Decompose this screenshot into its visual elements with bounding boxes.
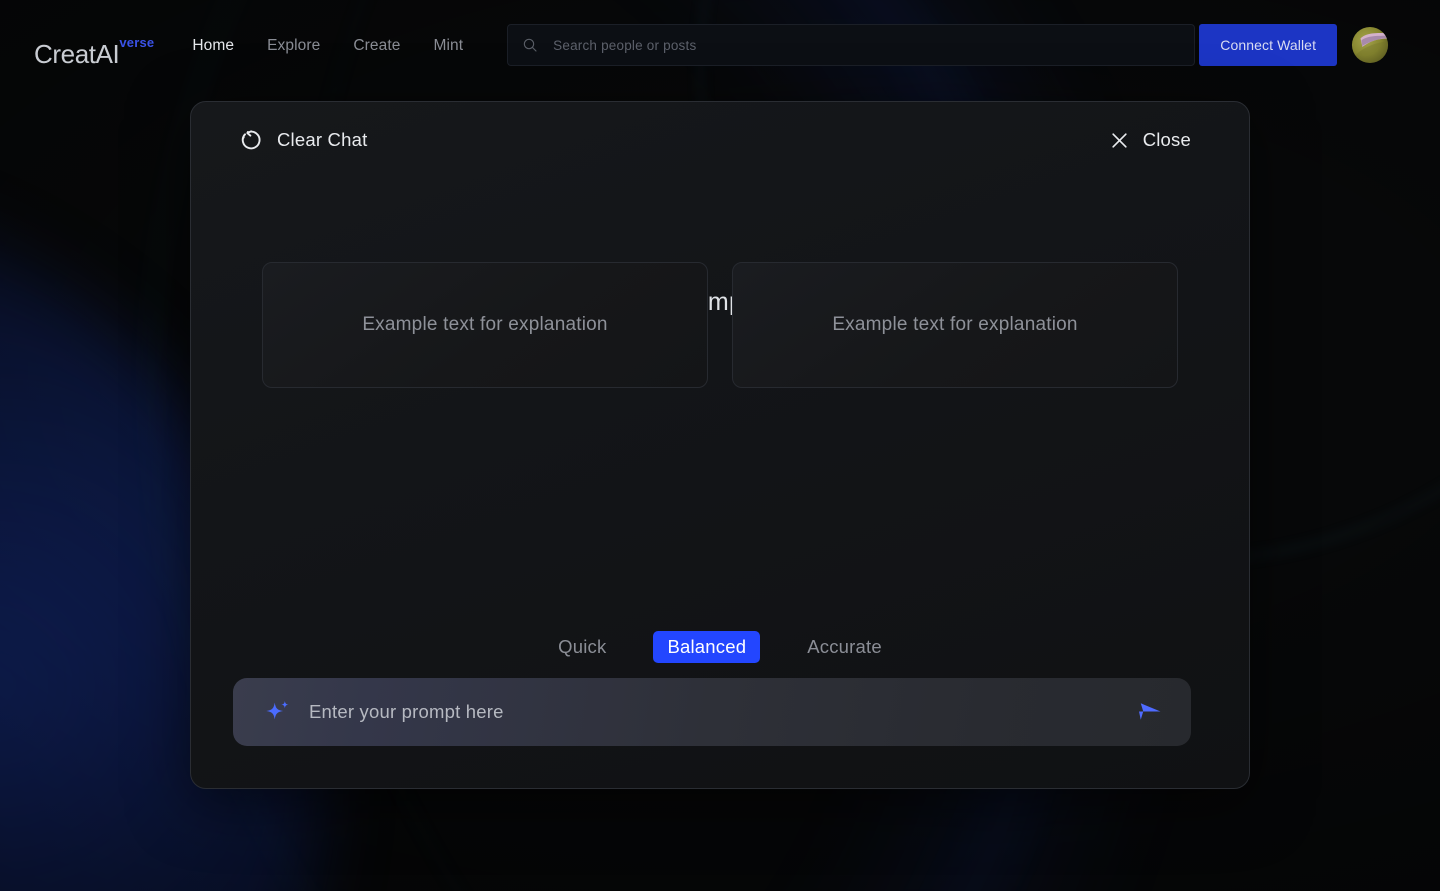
avatar[interactable] [1351, 26, 1389, 64]
chat-modal: Clear Chat Close Examples Example text f… [190, 101, 1250, 789]
nav-item-home[interactable]: Home [192, 37, 234, 55]
prompt-input[interactable] [309, 701, 1129, 723]
modal-top-bar: Clear Chat Close [191, 102, 1249, 178]
close-button[interactable]: Close [1110, 129, 1191, 151]
send-button[interactable] [1129, 691, 1171, 733]
brand-logo-sub: verse [119, 35, 155, 50]
main-nav: Home Explore Create Mint [192, 37, 463, 55]
mode-option-balanced[interactable]: Balanced [653, 631, 761, 663]
mode-selector: Quick Balanced Accurate [191, 631, 1249, 663]
close-label: Close [1142, 129, 1191, 150]
example-card-text: Example text for explanation [362, 314, 608, 335]
examples-card-list: Example text for explanation Example tex… [262, 262, 1178, 388]
mode-option-quick[interactable]: Quick [544, 631, 620, 663]
search-bar[interactable] [507, 24, 1196, 66]
example-card-text: Example text for explanation [832, 314, 1078, 335]
nav-item-explore[interactable]: Explore [267, 37, 320, 55]
sparkle-icon [266, 700, 289, 720]
brand-logo-main: CreatAI [34, 39, 120, 69]
top-navigation-bar: CreatAI verse Home Explore Create Mint C… [0, 0, 1440, 90]
connect-wallet-button[interactable]: Connect Wallet [1199, 24, 1338, 66]
search-input[interactable] [553, 37, 1181, 53]
nav-item-mint[interactable]: Mint [433, 37, 463, 55]
mode-option-accurate[interactable]: Accurate [793, 631, 896, 663]
prompt-input-bar[interactable] [233, 678, 1191, 746]
example-card[interactable]: Example text for explanation [732, 262, 1178, 388]
clear-chat-button[interactable]: Clear Chat [239, 128, 367, 152]
app-root: CreatAI verse Home Explore Create Mint C… [0, 0, 1440, 891]
reset-circular-arrow-icon [241, 130, 261, 150]
close-icon [1112, 132, 1127, 148]
example-card[interactable]: Example text for explanation [262, 262, 708, 388]
nav-item-create[interactable]: Create [353, 37, 400, 55]
brand-logo[interactable]: CreatAI verse [34, 32, 155, 67]
avatar-image [1352, 26, 1389, 64]
clear-chat-label: Clear Chat [277, 129, 368, 150]
search-icon [523, 38, 537, 52]
send-plane-icon [1139, 703, 1161, 720]
